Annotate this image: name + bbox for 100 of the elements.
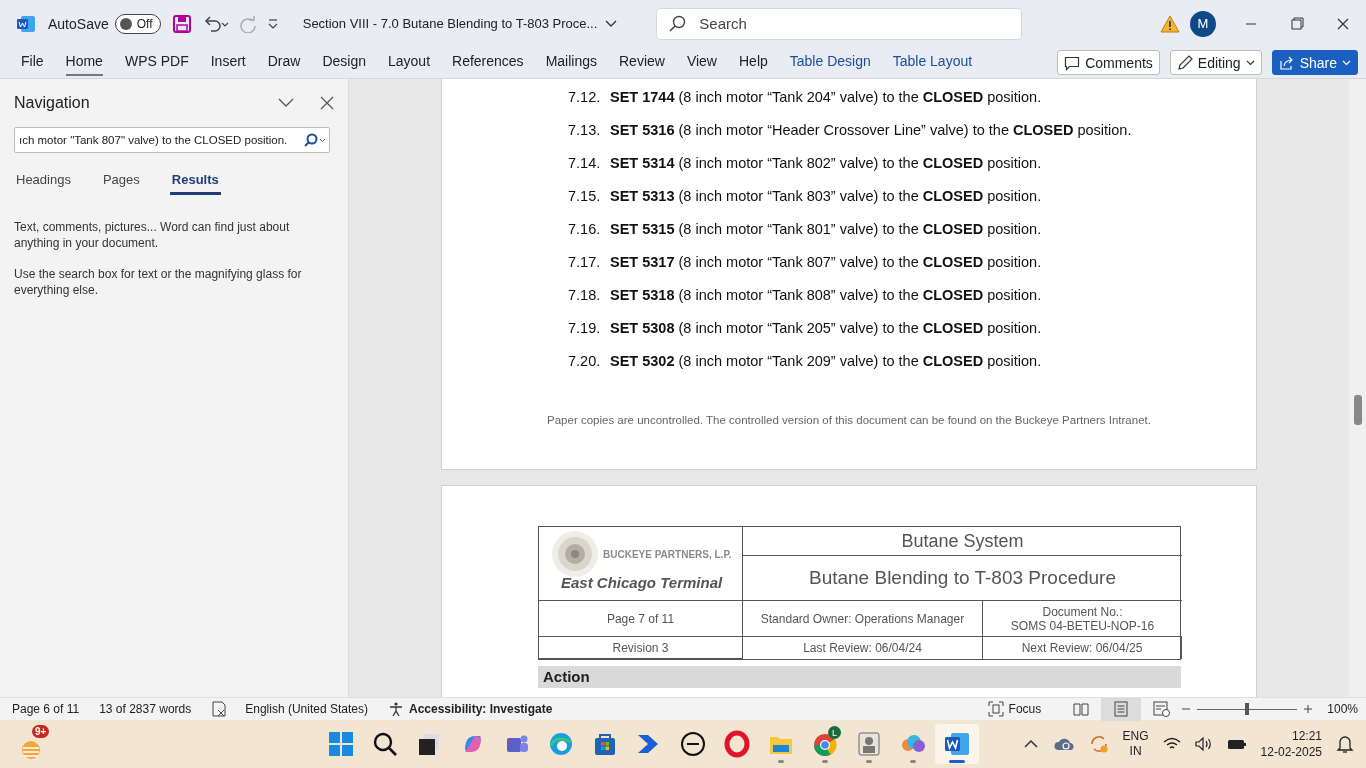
account-avatar[interactable]: M — [1190, 10, 1216, 37]
step-text: SET 5308 (8 inch motor “Tank 205” valve) to the CLOSED position. — [610, 319, 1042, 336]
undo-icon[interactable] — [202, 14, 229, 33]
notification-bell-icon[interactable] — [1336, 735, 1354, 753]
document-title-button[interactable]: Section VIII - 7.0 Butane Blending to T-803 Proce... — [298, 8, 622, 39]
search-icon[interactable] — [304, 133, 326, 147]
accessibility-status[interactable]: Accessibility: Investigate — [387, 701, 553, 717]
standard-owner: Standard Owner: Operations Manager — [743, 601, 983, 637]
focus-icon — [987, 701, 1004, 717]
last-review-date: Last Review: 06/04/24 — [743, 637, 983, 659]
circle-logo-icon — [679, 730, 707, 758]
comments-button[interactable]: Comments — [1057, 50, 1160, 75]
step-number: 7.20. — [568, 352, 602, 369]
ribbon-tab[interactable]: Help — [739, 49, 768, 76]
pane-tab[interactable]: Pages — [100, 167, 142, 195]
sync-icon[interactable] — [1088, 734, 1109, 754]
step-number: 7.19. — [568, 319, 602, 336]
help-text: Text, comments, pictures... Word can find just about anything in your document. — [14, 219, 291, 251]
zoom-percentage[interactable]: 100% — [1327, 702, 1358, 716]
ribbon-tab[interactable]: Mailings — [545, 49, 597, 76]
step-text: SET 5317 (8 inch motor “Tank 807” valve) to the CLOSED position. — [610, 253, 1042, 270]
share-button[interactable]: Share — [1271, 50, 1358, 75]
word-count[interactable]: 13 of 2837 words — [99, 702, 192, 716]
procedure-title: Butane Blending to T-803 Procedure — [743, 556, 1182, 601]
region-code: IN — [1129, 744, 1142, 759]
taskbar-app-button[interactable]: L — [803, 724, 847, 764]
speaker-icon[interactable] — [1194, 737, 1213, 751]
ribbon-tab[interactable]: Home — [65, 49, 103, 76]
word-logo-icon — [943, 730, 971, 758]
share-icon — [1278, 54, 1295, 71]
ribbon-tab[interactable]: File — [21, 49, 44, 76]
ring-logo-icon — [723, 730, 751, 758]
chevron-up-icon[interactable] — [1022, 739, 1039, 749]
ribbon-tab[interactable]: Insert — [210, 49, 246, 76]
ribbon-tab[interactable]: Draw — [267, 49, 301, 76]
save-icon[interactable] — [172, 14, 191, 33]
pane-tab[interactable]: Headings — [14, 167, 73, 195]
pane-tab[interactable]: Results — [169, 167, 221, 195]
ribbon-tab[interactable]: Table Layout — [892, 49, 973, 76]
ribbon-tab[interactable]: References — [452, 49, 524, 76]
customize-toolbar-icon[interactable] — [266, 16, 279, 31]
ribbon-tab[interactable]: Layout — [388, 49, 431, 76]
notification-badge: 9+ — [32, 725, 50, 738]
input-language[interactable]: ENG IN — [1122, 729, 1149, 759]
widgets-button[interactable]: 9+ — [18, 724, 58, 764]
step-text: SET 1744 (8 inch motor “Tank 204” valve) to the CLOSED position. — [610, 88, 1042, 105]
ribbon-tab[interactable]: Design — [322, 49, 366, 76]
wave-browser-icon — [547, 730, 575, 758]
language-status[interactable]: English (United States) — [245, 702, 368, 716]
ribbon-tab[interactable]: WPS PDF — [124, 49, 189, 76]
zoom-in-icon[interactable] — [1303, 704, 1314, 714]
wifi-icon[interactable] — [1162, 737, 1181, 751]
page-icon — [1114, 701, 1129, 717]
next-review-date: Next Review: 06/04/25 — [983, 637, 1182, 659]
step-text: SET 5314 (8 inch motor “Tank 802” valve) to the CLOSED position. — [610, 154, 1042, 171]
step-number: 7.15. — [568, 187, 602, 204]
terminal-name: East Chicago Terminal — [561, 574, 723, 591]
battery-icon[interactable] — [1226, 737, 1247, 751]
warning-icon[interactable] — [1160, 14, 1180, 33]
step-text: SET 5318 (8 inch motor “Tank 808” valve) to the CLOSED position. — [610, 286, 1042, 303]
page-number: Page 7 of 11 — [539, 601, 743, 637]
word-logo-icon — [17, 15, 35, 32]
ribbon-tab[interactable]: View — [686, 49, 717, 76]
step-number: 7.16. — [568, 220, 602, 237]
step-number: 7.12. — [568, 88, 602, 105]
step-number: 7.14. — [568, 154, 602, 171]
print-layout-button[interactable] — [1101, 697, 1142, 721]
clock[interactable]: 12:21 12-02-2025 — [1260, 728, 1322, 760]
page-count[interactable]: Page 6 of 11 — [12, 702, 80, 716]
close-icon[interactable] — [320, 96, 334, 110]
pane-title: Navigation — [14, 94, 91, 112]
system-title: Butane System — [743, 527, 1182, 556]
company-name: BUCKEYE PARTNERS, L.P. — [603, 548, 732, 560]
circular-logo-icon — [551, 530, 599, 578]
editing-mode-button[interactable]: Editing — [1169, 50, 1262, 75]
search-icon — [371, 730, 399, 758]
search-field[interactable]: Search — [656, 7, 1023, 40]
cloud-sync-icon[interactable] — [1052, 736, 1075, 752]
chevron-down-icon — [605, 19, 618, 28]
portrait-frame-icon — [855, 730, 883, 758]
ribbon-tab[interactable]: Table Design — [789, 49, 871, 76]
clock-time: 12:21 — [1291, 728, 1322, 744]
profile-badge: L — [828, 726, 841, 739]
page-footer-text: Paper copies are uncontrolled. The controlled version of this document can be found on the Buckeye Partners Intranet. — [546, 414, 1152, 426]
vertical-scrollbar[interactable] — [1349, 79, 1366, 697]
focus-button[interactable]: Focus — [987, 701, 1042, 717]
chevron-down-icon — [1245, 59, 1255, 66]
pencil-icon — [1176, 54, 1193, 71]
ribbon-tab[interactable]: Review — [619, 49, 665, 76]
step-text: SET 5316 (8 inch motor “Header Crossover Line” valve) to the CLOSED position. — [610, 121, 1132, 138]
step-text: SET 5302 (8 inch motor “Tank 209” valve) to the CLOSED position. — [610, 352, 1042, 369]
step-text: SET 5315 (8 inch motor “Tank 801” valve) to the CLOSED position. — [610, 220, 1042, 237]
revision: Revision 3 — [539, 637, 743, 659]
search-field[interactable]: ıch motor "Tank 807" valve) to the CLOSED position. — [14, 127, 330, 153]
proofing-icon[interactable] — [211, 701, 228, 717]
clock-date: 12-02-2025 — [1260, 744, 1322, 760]
chevron-down-icon[interactable] — [278, 98, 294, 108]
document-number-label: Document No.: — [1042, 604, 1123, 619]
autosave-toggle[interactable]: Off — [114, 13, 161, 34]
step-number: 7.18. — [568, 286, 602, 303]
